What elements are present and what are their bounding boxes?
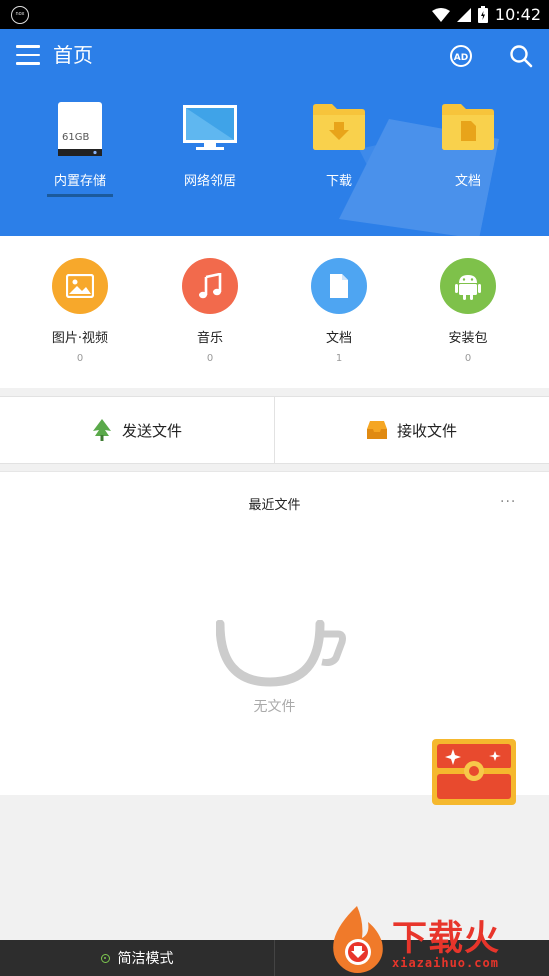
inbox-icon (366, 421, 387, 439)
music-icon (182, 258, 238, 314)
divider (274, 940, 275, 976)
menu-button[interactable] (16, 45, 40, 67)
android-icon (440, 258, 496, 314)
page-title: 首页 (53, 43, 93, 67)
location-label: 内置存储 (53, 174, 106, 189)
app-screen: nox 10:42 首页 AD 61GB 内置存储 网络邻居 下载 文档 图片·… (0, 0, 549, 976)
category-count: 0 (464, 353, 472, 364)
document-folder-icon (442, 104, 494, 150)
status-bar: nox 10:42 (0, 0, 549, 29)
more-options-button[interactable]: ··· (500, 494, 516, 510)
recent-files-title: 最近文件 (248, 498, 301, 513)
category-apk[interactable]: 安装包 0 (413, 258, 523, 364)
location-internal-storage[interactable]: 61GB 内置存储 (25, 101, 135, 211)
location-download[interactable]: 下载 (284, 101, 394, 211)
category-count: 1 (335, 353, 343, 364)
search-icon[interactable] (509, 44, 533, 68)
treasure-chest-icon[interactable] (431, 737, 517, 807)
category-label: 音乐 (196, 331, 223, 346)
simple-mode-button[interactable]: 简洁模式 (0, 940, 274, 976)
watermark-url: xiazaihuo.com (392, 956, 499, 970)
signal-icon (456, 7, 471, 22)
watermark: 下载火 xiazaihuo.com (322, 900, 547, 976)
storage-icon: 61GB (58, 102, 102, 156)
category-music[interactable]: 音乐 0 (155, 258, 265, 364)
category-label: 图片·视频 (51, 331, 109, 346)
nox-logo-icon: nox (11, 6, 29, 24)
battery-icon (477, 6, 488, 23)
document-icon (311, 258, 367, 314)
transfer-bar: 发送文件 接收文件 (0, 396, 549, 464)
category-count: 0 (206, 353, 214, 364)
svg-text:AD: AD (454, 53, 468, 63)
category-label: 文档 (325, 331, 352, 346)
send-files-label: 发送文件 (121, 421, 182, 440)
watermark-text: 下载火 (392, 919, 501, 959)
monitor-icon (183, 105, 237, 150)
header: 首页 AD 61GB 内置存储 网络邻居 下载 文档 (0, 29, 549, 236)
category-documents[interactable]: 文档 1 (284, 258, 394, 364)
location-label: 网络邻居 (183, 174, 236, 189)
simple-mode-label: 简洁模式 (117, 951, 174, 967)
category-label: 安装包 (448, 331, 488, 346)
svg-text:61GB: 61GB (62, 132, 89, 143)
image-icon (52, 258, 108, 314)
send-files-button[interactable]: 发送文件 (0, 397, 274, 463)
wifi-icon (431, 7, 450, 22)
download-folder-icon (313, 104, 365, 150)
location-documents[interactable]: 文档 (413, 101, 523, 211)
receive-files-button[interactable]: 接收文件 (275, 397, 549, 463)
receive-files-label: 接收文件 (396, 421, 457, 440)
status-time: 10:42 (494, 5, 541, 24)
category-count: 0 (76, 353, 84, 364)
location-network[interactable]: 网络邻居 (155, 101, 265, 211)
selected-indicator (47, 194, 113, 197)
empty-cup-icon (216, 620, 346, 687)
location-label: 文档 (454, 174, 481, 189)
send-tree-icon (92, 419, 111, 441)
simple-mode-icon (100, 953, 110, 963)
location-label: 下载 (325, 174, 352, 189)
category-images-videos[interactable]: 图片·视频 0 (25, 258, 135, 364)
empty-state-text: 无文件 (253, 699, 296, 715)
category-grid: 图片·视频 0 音乐 0 文档 1 安装包 0 (0, 236, 549, 388)
flame-logo-icon (333, 906, 383, 973)
ad-icon[interactable]: AD (449, 44, 473, 68)
